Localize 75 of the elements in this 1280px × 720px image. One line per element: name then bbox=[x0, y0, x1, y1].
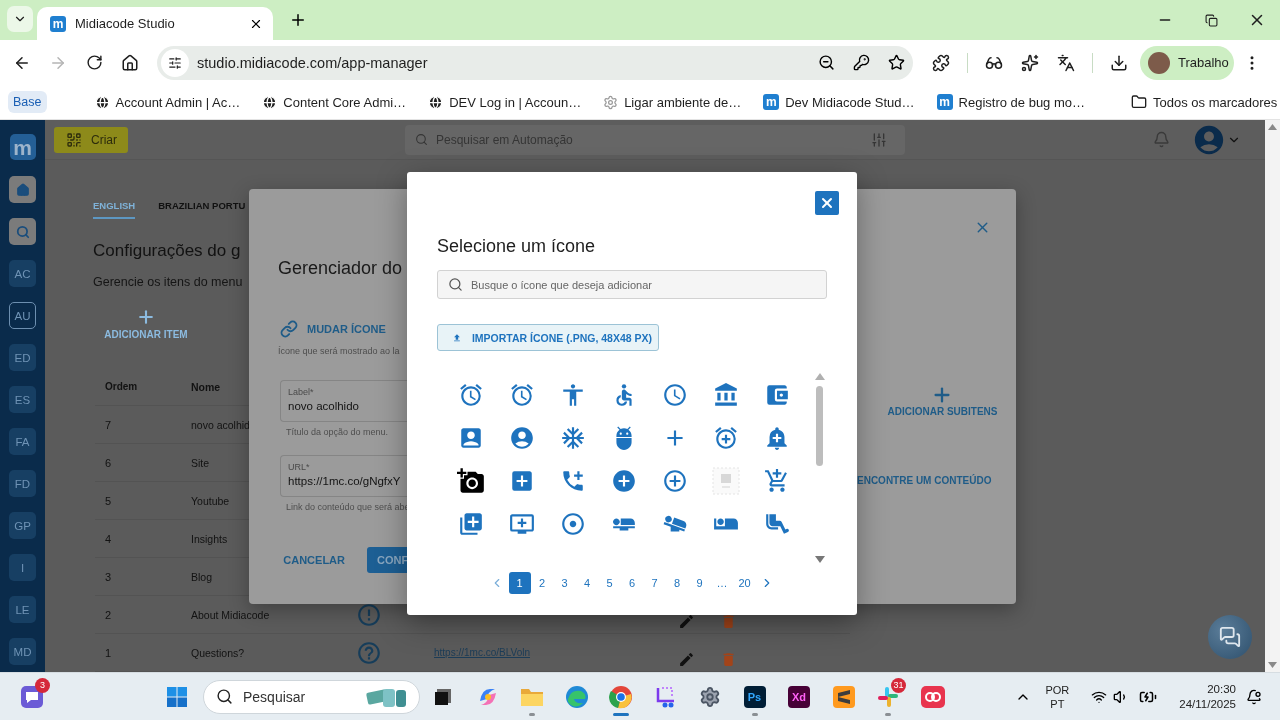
page-button[interactable]: 2 bbox=[531, 572, 553, 594]
favicon: m bbox=[50, 15, 66, 32]
page-button[interactable]: 8 bbox=[666, 572, 688, 594]
favicon: m bbox=[936, 94, 953, 110]
bookmark[interactable]: Content Core Admi… bbox=[256, 89, 413, 115]
page-button[interactable]: 4 bbox=[576, 572, 598, 594]
page-button[interactable]: 3 bbox=[553, 572, 576, 594]
bookmark[interactable]: m Registro de bug mo… bbox=[930, 89, 1091, 115]
table-cell-text: 5 bbox=[104, 494, 113, 507]
page-subtitle: Gerencie os itens do menu bbox=[93, 275, 243, 289]
bookmark[interactable]: Ligar ambiente de… bbox=[597, 89, 748, 115]
notification-badge: 3 bbox=[35, 677, 50, 693]
clock[interactable]: 20:30 24/11/2025 bbox=[1179, 681, 1236, 712]
taskbar-app-button[interactable]: Ps bbox=[736, 676, 773, 717]
table-cell-text: 2 bbox=[104, 608, 113, 621]
taskbar-search[interactable]: Pesquisar bbox=[203, 679, 420, 714]
confirm-button[interactable]: CONF bbox=[367, 547, 407, 573]
helper-text: Título da opção do menu. bbox=[285, 426, 389, 438]
sidebar-item[interactable]: GP bbox=[9, 512, 36, 539]
page-button[interactable]: 7 bbox=[643, 572, 666, 594]
dialog-title: Gerenciador do bbox=[278, 257, 403, 279]
app-logo: m bbox=[9, 134, 36, 160]
search-field[interactable]: Busque o ícone que deseja adicionar bbox=[437, 270, 827, 299]
table-cell: Blog bbox=[191, 570, 212, 583]
table-cell-text: 1 bbox=[104, 646, 113, 659]
page-title: Configurações do g bbox=[93, 241, 241, 261]
sidebar-item[interactable]: LE bbox=[9, 596, 36, 623]
change-icon-button[interactable]: MUDAR ÍCONE bbox=[278, 321, 386, 337]
language-tab[interactable]: BRAZILIAN PORTU bbox=[158, 200, 246, 219]
sidebar-item[interactable]: FA bbox=[9, 428, 36, 455]
taskbar-app-button[interactable]: Xd bbox=[781, 676, 817, 717]
table-cell: Insights bbox=[191, 532, 228, 545]
helper-text: Ícone que será mostrado ao la bbox=[278, 345, 400, 357]
table-cell: Youtube bbox=[191, 494, 230, 507]
add-item-button[interactable]: ADICIONAR ITEM bbox=[103, 307, 189, 340]
table-cell-text: 3 bbox=[104, 570, 113, 583]
sidebar-item[interactable]: AC bbox=[9, 260, 36, 287]
sidebar-item[interactable]: MD bbox=[9, 638, 36, 665]
import-icon-button[interactable]: IMPORTAR ÍCONE (.PNG, 48X48 PX) bbox=[437, 324, 659, 351]
browser-tab[interactable]: m Midiacode Studio bbox=[37, 7, 273, 40]
table-cell-text: 6 bbox=[104, 456, 113, 469]
taskbar-app-button[interactable]: 31 bbox=[870, 676, 906, 717]
bookmark[interactable]: DEV Log in | Accoun… bbox=[422, 89, 588, 115]
table-cell: Site bbox=[191, 456, 210, 469]
language-tab[interactable]: ENGLISH bbox=[93, 200, 136, 219]
page-button[interactable]: 20 bbox=[733, 572, 756, 594]
notification-badge: 31 bbox=[891, 677, 906, 693]
profile-button[interactable]: Trabalho bbox=[1140, 45, 1234, 80]
address-bar[interactable]: studio.midiacode.com/app-manager bbox=[157, 45, 913, 80]
taskbar-app-button[interactable]: 3 bbox=[14, 676, 50, 717]
dialog-title: Selecione um ícone bbox=[437, 235, 597, 257]
page-button[interactable]: 9 bbox=[688, 572, 711, 594]
column-header: Ordem bbox=[104, 381, 139, 392]
table-cell-text: 7 bbox=[104, 418, 113, 431]
page-button[interactable]: … bbox=[711, 572, 733, 594]
create-button[interactable]: Criar bbox=[54, 126, 128, 153]
favicon: m bbox=[763, 94, 780, 110]
table-cell: About Midiacode bbox=[191, 608, 270, 621]
column-header: Nome bbox=[191, 380, 221, 393]
table-cell-text: 4 bbox=[104, 532, 113, 545]
bookmark[interactable]: m Dev Midiacode Stud… bbox=[757, 89, 921, 115]
sidebar-item[interactable]: FD bbox=[9, 470, 36, 497]
sidebar-item[interactable]: ES bbox=[9, 386, 36, 413]
table-cell: Questions? bbox=[191, 646, 245, 659]
sidebar-item[interactable]: ED bbox=[9, 344, 36, 371]
table-cell: novo acolhid bbox=[191, 418, 250, 431]
page-button[interactable]: 6 bbox=[621, 572, 643, 594]
page-button[interactable]: 1 bbox=[508, 572, 531, 594]
all-bookmarks-button[interactable]: Todos os marcadores bbox=[1125, 89, 1280, 115]
bookmark[interactable]: Account Admin | Ac… bbox=[88, 89, 247, 115]
page-button[interactable]: 5 bbox=[598, 572, 621, 594]
language-indicator[interactable]: POR PT bbox=[1045, 682, 1070, 711]
sidebar-item[interactable]: I bbox=[9, 554, 36, 581]
bookmark-group[interactable]: Base bbox=[8, 91, 47, 113]
sidebar-item[interactable]: AU bbox=[9, 302, 36, 329]
